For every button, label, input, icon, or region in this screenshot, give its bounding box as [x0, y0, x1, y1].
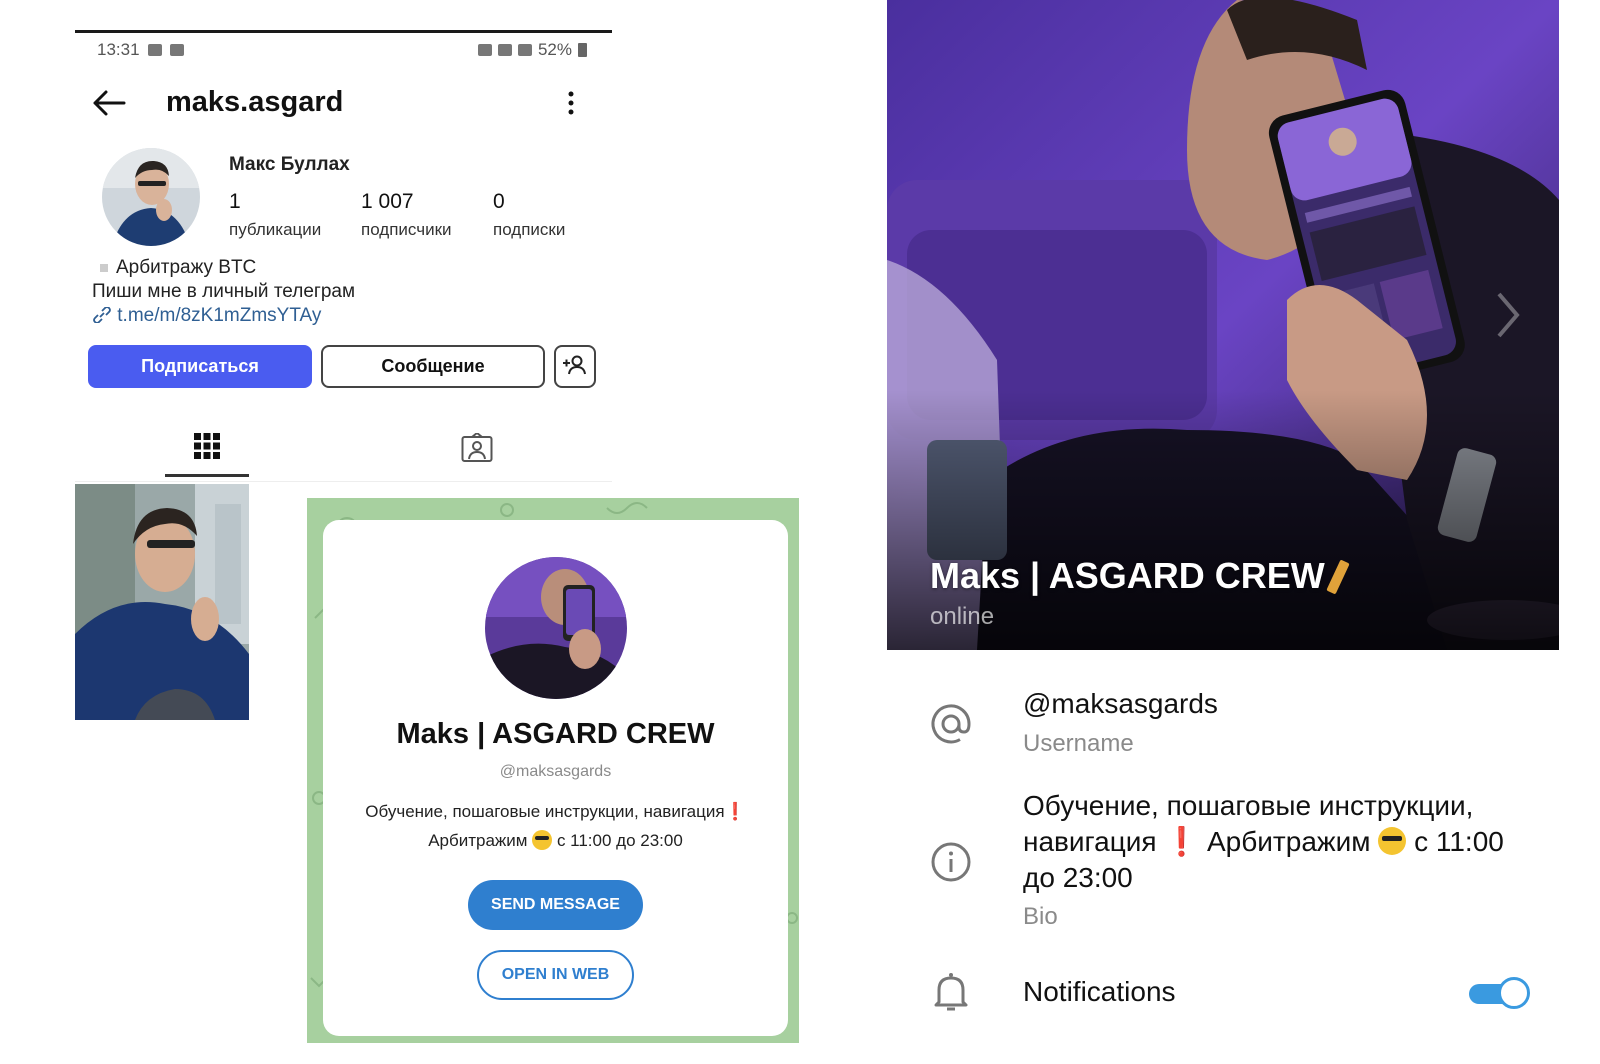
- profile-name-text: Maks | ASGARD CREW: [930, 555, 1325, 596]
- telegram-profile-panel: Maks | ASGARD CREW online @maksasgards U…: [887, 0, 1559, 1040]
- profile-stats: 1 публикации 1 007 подписчики 0 подписки: [229, 190, 625, 240]
- wifi-icon: [497, 44, 512, 56]
- notifications-label: Notifications: [1023, 976, 1176, 1007]
- chevron-right-icon[interactable]: [1493, 290, 1523, 340]
- tab-posts-grid[interactable]: [165, 425, 249, 477]
- send-message-button[interactable]: SEND MESSAGE: [468, 880, 643, 930]
- bio-link[interactable]: t.me/m/8zK1mZmsYTAy: [92, 304, 355, 328]
- stat-value: 0: [493, 190, 505, 213]
- telegram-preview-card: Maks | ASGARD CREW @maksasgards Обучение…: [307, 498, 799, 1043]
- stat-label: подписки: [493, 220, 566, 239]
- avatar[interactable]: [102, 148, 200, 246]
- exclamation-icon: ❗: [724, 802, 746, 821]
- bio-line-2: Пиши мне в личный телеграм: [92, 281, 356, 302]
- link-icon: [93, 306, 111, 324]
- battery-icon: [578, 43, 587, 57]
- profile-cover-photo[interactable]: Maks | ASGARD CREW online: [887, 0, 1559, 650]
- bio-label: Bio: [1023, 903, 1058, 930]
- signal-icon: [517, 44, 532, 56]
- online-status: online: [930, 603, 995, 630]
- divider: [75, 481, 612, 482]
- bio-text-1: Обучение, пошаговые инструкции, навигаци…: [365, 802, 725, 821]
- bio-text-3: с 11:00 до 23:00: [556, 831, 683, 850]
- stat-following[interactable]: 0 подписки: [493, 190, 625, 240]
- page-title: maks.asgard: [166, 86, 344, 118]
- notification-icon: [147, 44, 162, 56]
- notifications-toggle[interactable]: [1467, 976, 1533, 1010]
- channel-avatar: [485, 557, 627, 699]
- exclamation-icon: ❗: [1164, 826, 1200, 857]
- channel-title: Maks | ASGARD CREW: [396, 718, 715, 750]
- profile-bio: Арбитражу BTC Пиши мне в личный телеграм…: [92, 256, 355, 328]
- stat-label: подписчики: [361, 220, 452, 239]
- grid-icon: [194, 433, 220, 459]
- stat-label: публикации: [229, 220, 322, 239]
- open-in-web-button[interactable]: OPEN IN WEB: [477, 950, 634, 1000]
- info-icon: [931, 842, 971, 882]
- message-button[interactable]: Сообщение: [321, 345, 545, 388]
- stat-posts[interactable]: 1 публикации: [229, 190, 361, 240]
- status-bar: 13:31 52%: [97, 40, 587, 62]
- profile-tabs: [75, 425, 612, 481]
- channel-handle: @maksasgards: [499, 763, 612, 780]
- profile-name: Макс Буллах: [229, 154, 350, 175]
- back-arrow-icon[interactable]: [91, 88, 127, 118]
- post-thumbnail[interactable]: [75, 484, 249, 720]
- more-options-icon[interactable]: [565, 88, 577, 118]
- stat-followers[interactable]: 1 007 подписчики: [361, 190, 493, 240]
- sunglasses-emoji-icon: [532, 830, 553, 850]
- username-label: Username: [1023, 730, 1134, 757]
- add-person-icon: [563, 355, 586, 375]
- username-value[interactable]: @maksasgards: [1023, 688, 1218, 720]
- tab-tagged[interactable]: [435, 425, 519, 477]
- bullet-icon: [100, 263, 108, 272]
- stat-value: 1: [229, 190, 241, 213]
- sunglasses-emoji-icon: [1378, 827, 1407, 855]
- profile-name: Maks | ASGARD CREW: [930, 555, 1350, 597]
- tagged-person-icon: [461, 433, 493, 462]
- toggle-knob: [1498, 977, 1530, 1009]
- bio-value[interactable]: Обучение, пошаговые инструкции, навигаци…: [1023, 788, 1543, 896]
- preview-card: Maks | ASGARD CREW @maksasgards Обучение…: [323, 520, 788, 1036]
- top-border: [75, 30, 612, 33]
- gallery-icon: [169, 44, 184, 56]
- battery-percent: 52%: [537, 40, 572, 59]
- bio-text-2: Арбитражим: [428, 831, 528, 850]
- channel-bio: Обучение, пошаговые инструкции, навигаци…: [333, 797, 778, 855]
- bio-line-1: Арбитражу BTC: [116, 257, 257, 278]
- status-time: 13:31: [97, 40, 140, 59]
- at-sign-icon: [931, 704, 971, 744]
- bio-link-text: t.me/m/8zK1mZmsYTAy: [117, 305, 322, 326]
- suggest-friends-button[interactable]: [554, 345, 596, 388]
- follow-button[interactable]: Подписаться: [88, 345, 312, 388]
- profile-header: maks.asgard: [91, 86, 591, 126]
- stat-value: 1 007: [361, 190, 414, 213]
- bio-text-2: Арбитражим: [1207, 826, 1371, 857]
- mute-icon: [477, 44, 492, 56]
- bell-icon: [934, 973, 968, 1011]
